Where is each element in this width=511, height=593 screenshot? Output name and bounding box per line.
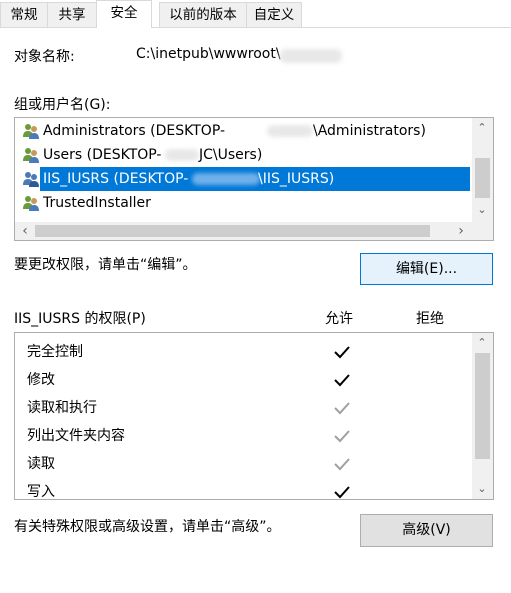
group-item-users[interactable]: Users (DESKTOP- JC\Users) (15, 143, 470, 167)
scroll-left-icon[interactable]: ‹ (17, 223, 33, 239)
permissions-vertical-scrollbar[interactable]: ⌃ ⌄ (472, 333, 493, 499)
redaction-blur (267, 125, 313, 137)
scroll-right-icon[interactable]: › (453, 223, 469, 239)
redaction-blur (165, 149, 199, 161)
tab-sharing[interactable]: 共享 (47, 2, 97, 27)
edit-button[interactable]: 编辑(E)... (360, 253, 493, 285)
group-item-suffix: \Administrators) (313, 123, 426, 139)
scrollbar-corner (472, 222, 493, 240)
scroll-up-icon[interactable]: ⌃ (474, 335, 490, 351)
permission-row: 修改 (27, 366, 55, 394)
scrollbar-thumb[interactable] (475, 353, 490, 459)
permission-name: 读取和执行 (27, 400, 97, 416)
permission-row: 写入 (27, 478, 55, 500)
tab-customize[interactable]: 自定义 (246, 2, 302, 27)
users-icon (23, 172, 39, 187)
tab-security[interactable]: 安全 (96, 0, 152, 28)
allow-check-icon (334, 486, 350, 499)
scroll-down-icon[interactable]: ⌄ (474, 202, 490, 218)
permissions-listbox: 完全控制 修改 读取和执行 列出文件夹内容 读取 写入 ⌃ ⌄ (14, 332, 494, 500)
allow-check-icon (334, 346, 350, 359)
group-item-name: IIS_IUSRS (DESKTOP- (43, 171, 189, 187)
permission-row: 读取和执行 (27, 394, 97, 422)
group-item-iis-iusrs[interactable]: IIS_IUSRS (DESKTOP- \IIS_IUSRS) (40, 167, 470, 191)
edit-hint: 要更改权限，请单击“编辑”。 (14, 257, 197, 273)
allow-check-inherited-icon (334, 458, 350, 471)
allow-check-icon (334, 374, 350, 387)
group-item-name: Administrators (DESKTOP- (43, 123, 226, 139)
permission-name: 修改 (27, 372, 55, 388)
users-icon (23, 196, 39, 211)
tab-general[interactable]: 常规 (0, 2, 48, 27)
allow-check-inherited-icon (334, 402, 350, 415)
groups-label: 组或用户名(G): (14, 97, 111, 113)
permission-name: 列出文件夹内容 (27, 428, 125, 444)
group-item-suffix: JC\Users) (199, 147, 263, 163)
scroll-down-icon[interactable]: ⌄ (474, 481, 490, 497)
allow-check-inherited-icon (334, 430, 350, 443)
permission-row: 完全控制 (27, 338, 83, 366)
permission-name: 写入 (27, 484, 55, 500)
permission-name: 完全控制 (27, 344, 83, 360)
scrollbar-thumb[interactable] (35, 225, 430, 237)
group-item-trustedinstaller[interactable]: TrustedInstaller (15, 191, 470, 215)
allow-header: 允许 (325, 311, 353, 327)
advanced-button[interactable]: 高级(V) (360, 514, 493, 547)
group-item-administrators[interactable]: Administrators (DESKTOP- \Administrators… (15, 119, 470, 143)
permissions-label: IIS_IUSRS 的权限(P) (14, 311, 146, 327)
permission-row: 读取 (27, 450, 55, 478)
scroll-up-icon[interactable]: ⌃ (474, 120, 490, 136)
permission-name: 读取 (27, 456, 55, 472)
groups-listbox[interactable]: Administrators (DESKTOP- \Administrators… (14, 117, 494, 241)
group-item-name: TrustedInstaller (43, 195, 151, 211)
object-name-label: 对象名称: (14, 49, 75, 65)
advanced-hint: 有关特殊权限或高级设置，请单击“高级”。 (14, 519, 281, 535)
tab-previous-versions[interactable]: 以前的版本 (159, 2, 247, 27)
deny-header: 拒绝 (416, 311, 444, 327)
redaction-blur (280, 49, 342, 63)
redaction-blur (192, 173, 260, 185)
groups-vertical-scrollbar[interactable]: ⌃ ⌄ (472, 118, 493, 222)
users-icon (23, 124, 39, 139)
group-item-suffix: \IIS_IUSRS) (258, 171, 335, 187)
group-item-name: Users (DESKTOP- (43, 147, 162, 163)
scrollbar-thumb[interactable] (475, 158, 490, 198)
users-icon (23, 148, 39, 163)
object-name-value: C:\inetpub\wwwroot\ (136, 46, 281, 62)
permission-row: 列出文件夹内容 (27, 422, 125, 450)
groups-horizontal-scrollbar[interactable]: ‹ › (15, 222, 472, 240)
tab-strip: 常规 共享 安全 以前的版本 自定义 (0, 0, 511, 28)
